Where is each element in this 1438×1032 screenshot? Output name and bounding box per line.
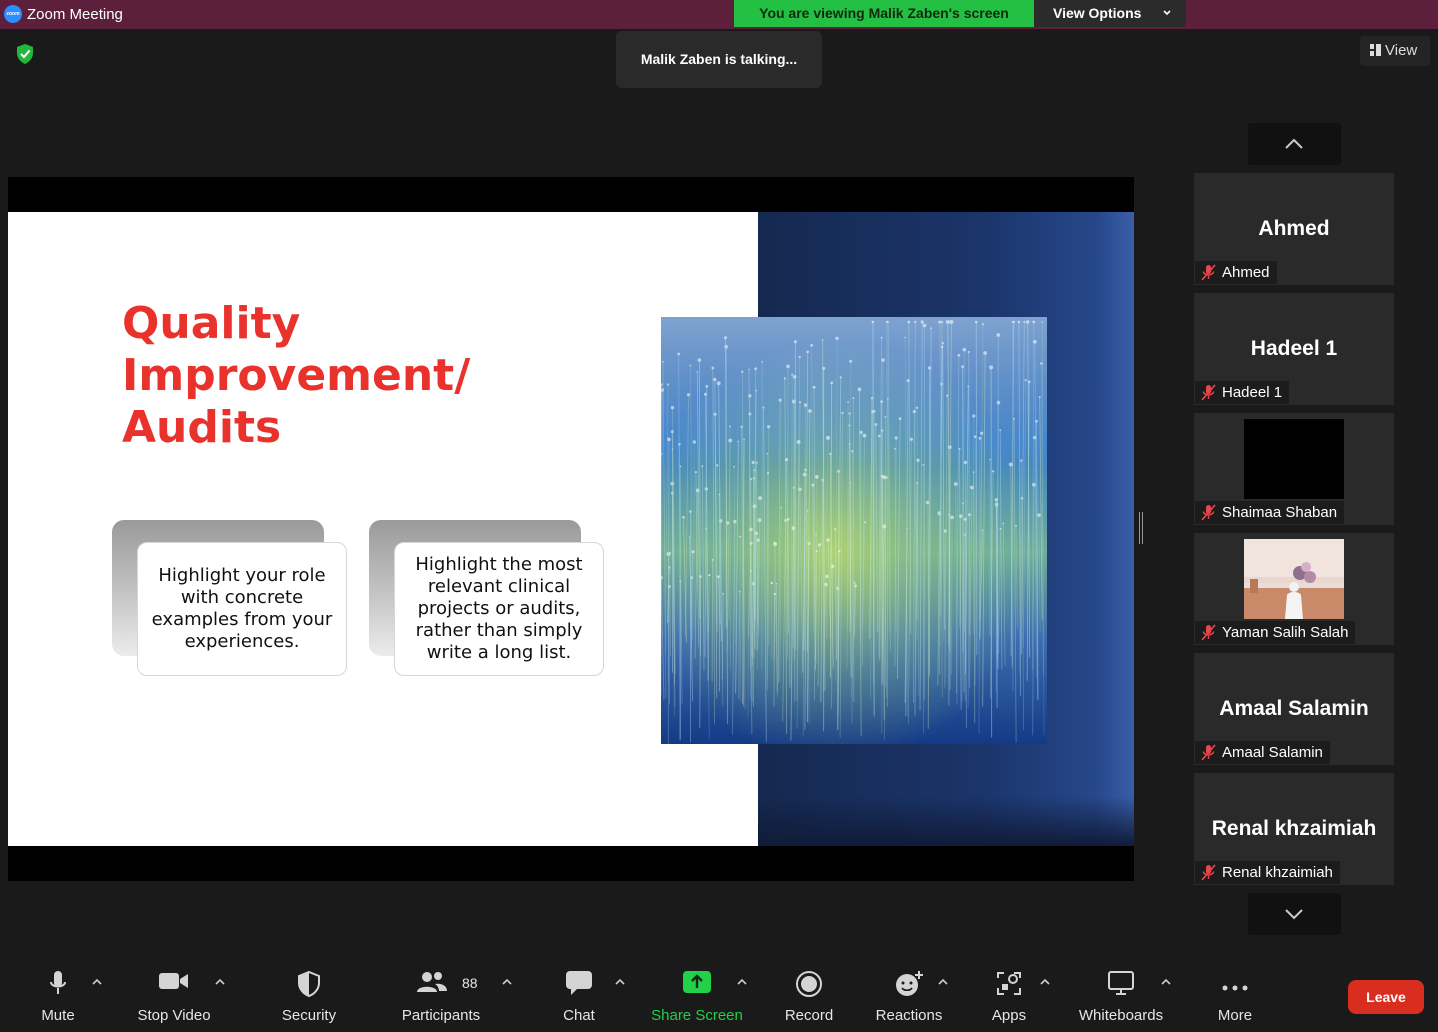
security-label: Security — [281, 1007, 337, 1024]
whiteboard-icon — [1107, 970, 1135, 1000]
slide-title-line1: Quality — [122, 298, 301, 349]
resize-handle[interactable] — [1139, 512, 1143, 544]
participant-tile[interactable]: Yaman Salih Salah — [1194, 533, 1394, 645]
presentation-slide: Quality Improvement/ Audits Highlight yo… — [8, 212, 1134, 846]
leave-button[interactable]: Leave — [1348, 980, 1424, 1014]
apps-label: Apps — [991, 1007, 1027, 1024]
view-button-label: View — [1385, 42, 1418, 59]
participant-tile[interactable]: Amaal Salamin Amaal Salamin — [1194, 653, 1394, 765]
participant-name: Renal khzaimiah — [1222, 864, 1333, 881]
encryption-shield-icon[interactable] — [15, 43, 35, 65]
view-options-label: View Options — [1053, 5, 1142, 21]
security-shield-icon — [297, 970, 321, 1002]
reactions-button[interactable]: Reactions — [870, 955, 948, 1032]
chat-button[interactable]: Chat — [550, 955, 608, 1032]
participant-video — [1244, 419, 1344, 499]
participant-name: Ahmed — [1222, 264, 1270, 281]
video-options-caret-icon[interactable] — [213, 977, 227, 987]
participant-display-name: Renal khzaimiah — [1211, 817, 1377, 840]
whiteboards-options-caret-icon[interactable] — [1159, 977, 1173, 987]
share-screen-label: Share Screen — [651, 1007, 743, 1024]
participants-button[interactable]: 88 Participants — [396, 955, 486, 1032]
participants-icon — [416, 970, 448, 998]
whiteboards-button[interactable]: Whiteboards — [1072, 955, 1170, 1032]
chevron-up-icon — [1285, 138, 1303, 149]
apps-icon — [996, 970, 1022, 1000]
slide-title-line2: Improvement/ Audits — [122, 350, 471, 453]
gallery-scroll-up-button[interactable] — [1248, 123, 1341, 165]
reactions-options-caret-icon[interactable] — [936, 977, 950, 987]
stop-video-button[interactable]: Stop Video — [130, 955, 218, 1032]
stop-video-label: Stop Video — [137, 1007, 211, 1024]
slide-card-role: Highlight your role with concrete exampl… — [137, 542, 347, 676]
chat-label: Chat — [563, 1007, 595, 1024]
chat-options-caret-icon[interactable] — [613, 977, 627, 987]
chevron-down-icon — [1162, 0, 1172, 27]
slide-title: Quality Improvement/ Audits — [122, 298, 642, 454]
participants-options-caret-icon[interactable] — [500, 977, 514, 987]
grid-view-icon — [1370, 37, 1381, 56]
participant-name-tag: Amaal Salamin — [1195, 741, 1330, 764]
participant-name-tag: Ahmed — [1195, 261, 1277, 284]
gallery-scroll-down-button[interactable] — [1248, 893, 1341, 935]
chat-bubble-icon — [565, 970, 593, 1000]
participant-display-name: Amaal Salamin — [1219, 697, 1369, 720]
slide-card-projects: Highlight the most relevant clinical pro… — [394, 542, 604, 676]
title-bar: zoom Zoom Meeting — [0, 0, 1438, 29]
participant-name-tag: Shaimaa Shaban — [1195, 501, 1345, 524]
participant-video — [1244, 539, 1344, 619]
participant-display-name: Ahmed — [1258, 217, 1330, 240]
participant-display-name: Hadeel 1 — [1250, 337, 1338, 360]
share-screen-button[interactable]: Share Screen — [650, 955, 744, 1032]
more-dots-icon — [1221, 979, 1249, 996]
muted-microphone-icon — [1201, 864, 1216, 881]
participant-name: Yaman Salih Salah — [1222, 624, 1349, 641]
whiteboards-label: Whiteboards — [1078, 1007, 1164, 1024]
mute-button[interactable]: Mute — [28, 955, 88, 1032]
mute-label: Mute — [41, 1007, 75, 1024]
participant-tile[interactable]: Hadeel 1 Hadeel 1 — [1194, 293, 1394, 405]
participants-label: Participants — [401, 1007, 481, 1024]
muted-microphone-icon — [1201, 624, 1216, 641]
more-button[interactable]: More — [1206, 955, 1264, 1032]
share-options-caret-icon[interactable] — [735, 977, 749, 987]
record-icon — [795, 970, 823, 1002]
participant-name: Shaimaa Shaban — [1222, 504, 1338, 521]
zoom-logo-icon: zoom — [4, 5, 22, 23]
muted-microphone-icon — [1201, 384, 1216, 401]
muted-microphone-icon — [1201, 744, 1216, 761]
participant-tile[interactable]: Renal khzaimiah Renal khzaimiah — [1194, 773, 1394, 885]
apps-options-caret-icon[interactable] — [1038, 977, 1052, 987]
participant-tile[interactable]: Ahmed Ahmed — [1194, 173, 1394, 285]
view-button[interactable]: View — [1360, 36, 1430, 66]
share-screen-icon — [682, 970, 712, 998]
window-title: Zoom Meeting — [27, 6, 123, 23]
meeting-toolbar: Mute Stop Video Security 88 Participants… — [0, 955, 1438, 1032]
talking-indicator: Malik Zaben is talking... — [616, 31, 822, 88]
record-button[interactable]: Record — [778, 955, 840, 1032]
muted-microphone-icon — [1201, 504, 1216, 521]
participant-name: Amaal Salamin — [1222, 744, 1323, 761]
more-label: More — [1217, 1007, 1253, 1024]
microphone-icon — [48, 970, 68, 1002]
video-camera-icon — [158, 970, 190, 996]
mute-options-caret-icon[interactable] — [90, 977, 104, 987]
participant-name-tag: Yaman Salih Salah — [1195, 621, 1356, 644]
record-label: Record — [784, 1007, 834, 1024]
apps-button[interactable]: Apps — [984, 955, 1034, 1032]
participant-name-tag: Hadeel 1 — [1195, 381, 1290, 404]
shared-screen[interactable]: Quality Improvement/ Audits Highlight yo… — [8, 177, 1134, 881]
reactions-label: Reactions — [875, 1007, 943, 1024]
smiley-plus-icon — [894, 970, 924, 1002]
muted-microphone-icon — [1201, 264, 1216, 281]
participant-name-tag: Renal khzaimiah — [1195, 861, 1340, 884]
chevron-down-icon — [1285, 909, 1303, 920]
viewing-screen-banner: You are viewing Malik Zaben's screen — [734, 0, 1034, 27]
participant-tile[interactable]: Shaimaa Shaban — [1194, 413, 1394, 525]
fiber-optic-image — [661, 317, 1047, 744]
participant-name: Hadeel 1 — [1222, 384, 1283, 401]
participants-count: 88 — [462, 975, 478, 991]
view-options-button[interactable]: View Options — [1034, 0, 1186, 27]
security-button[interactable]: Security — [270, 955, 348, 1032]
